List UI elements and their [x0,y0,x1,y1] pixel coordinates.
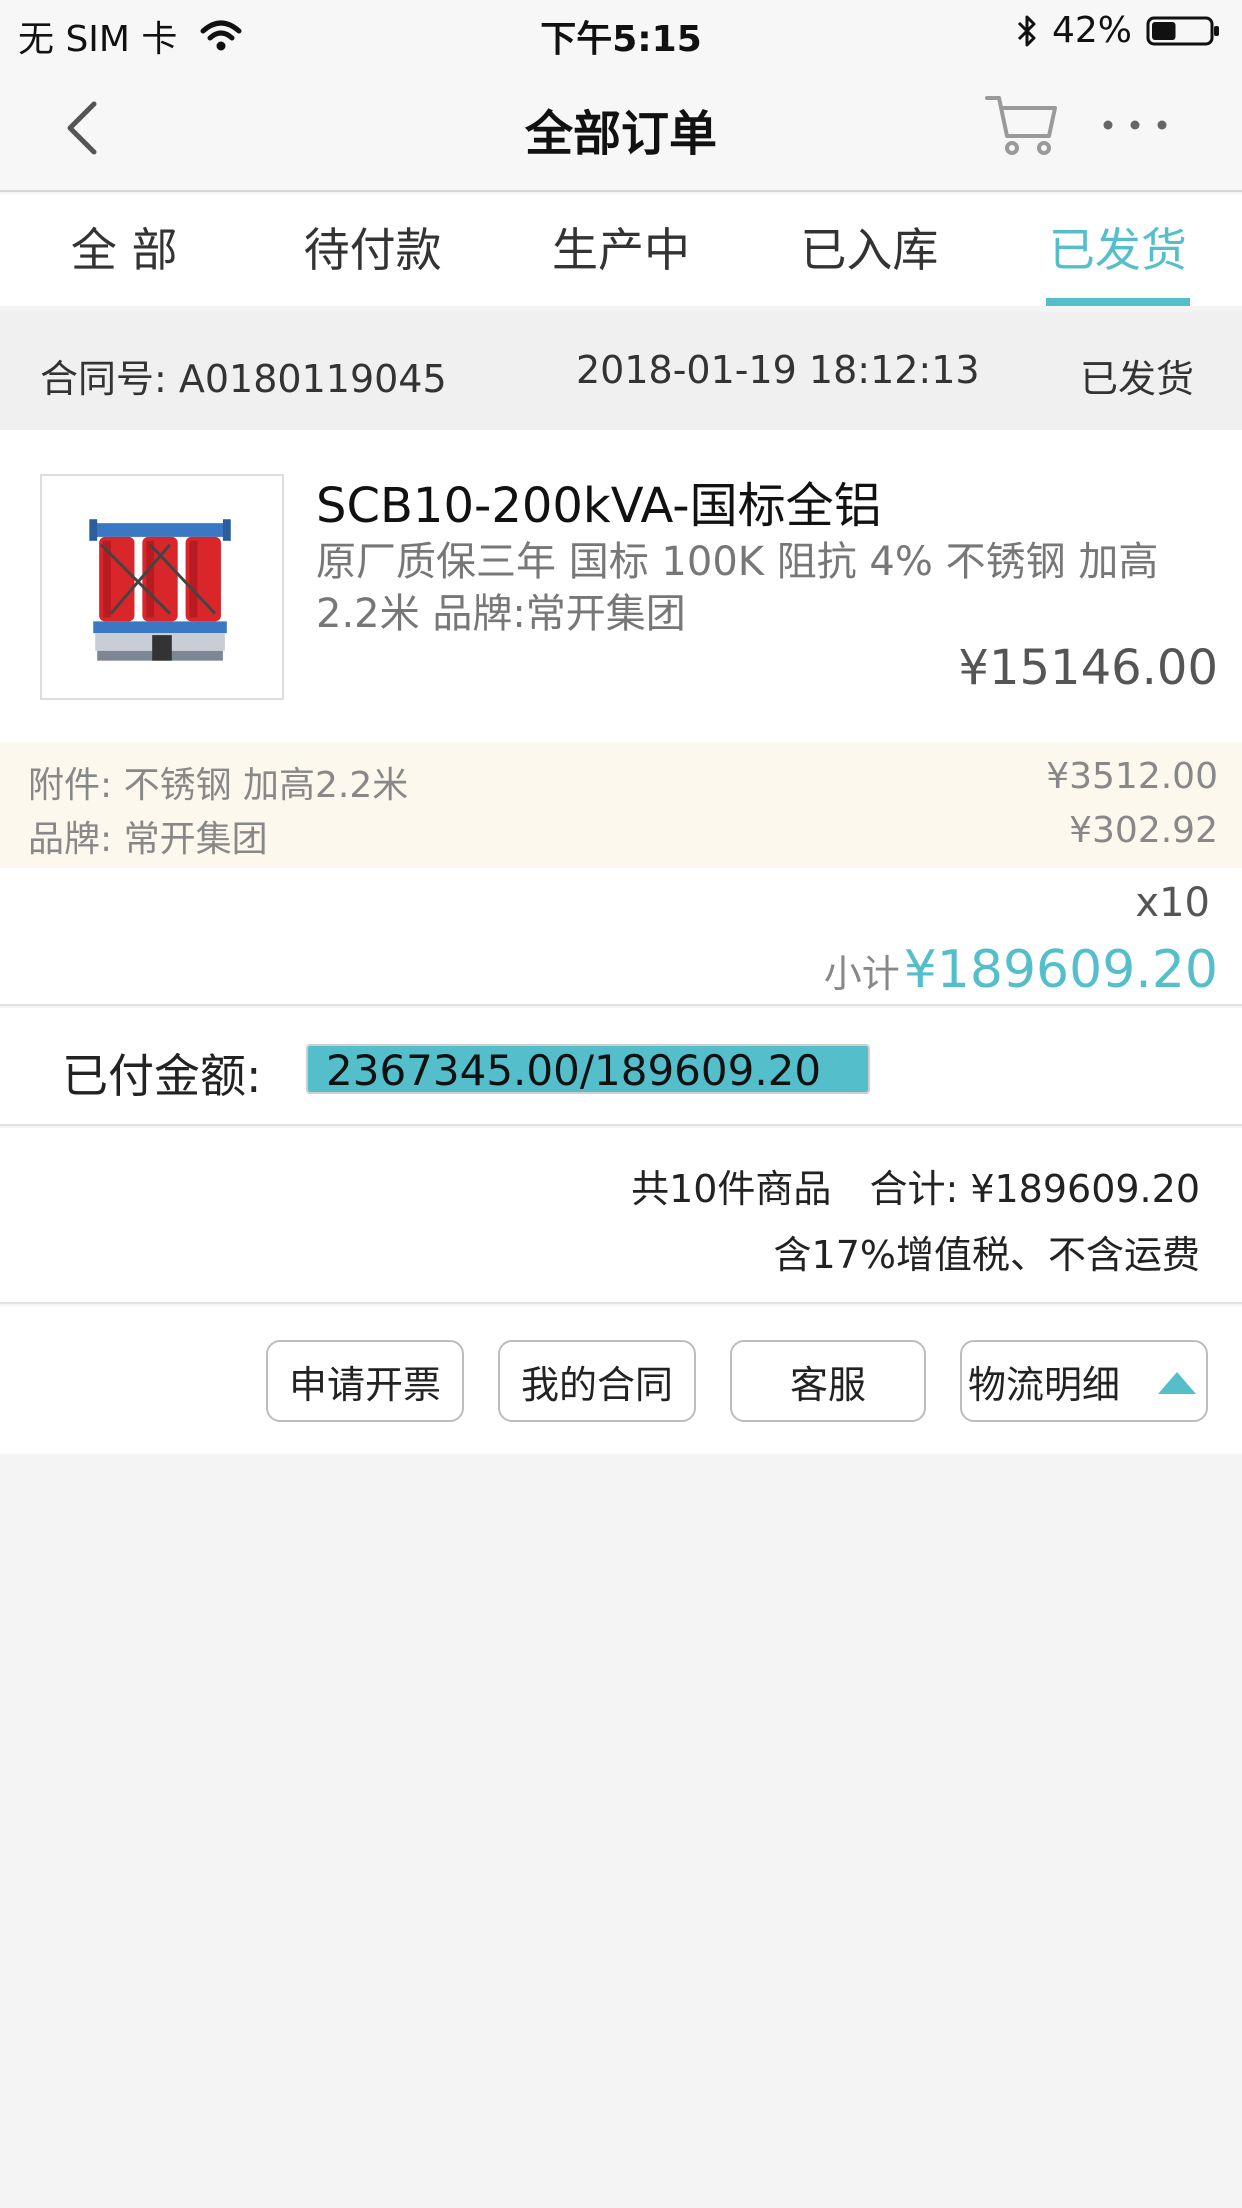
tab-all[interactable]: 全 部 [0,194,248,306]
accessories-list: 附件: 不锈钢 加高2.2米 ¥3512.00 品牌: 常开集团 ¥302.92 [0,742,1242,868]
tab-pending-payment[interactable]: 待付款 [248,194,496,306]
battery-percent: 42% [1051,10,1132,51]
logistics-detail-button[interactable]: 物流明细 [960,1340,1208,1422]
brand-label: 品牌: 常开集团 [28,819,268,860]
paid-progress-bar: 2367345.00/189609.20 [306,1044,870,1094]
order-tabs: 全 部 待付款 生产中 已入库 已发货 [0,194,1242,306]
accessory-price: ¥3512.00 [1046,756,1218,797]
cart-icon[interactable] [985,92,1059,158]
tax-note: 含17%增值税、不含运费 [773,1233,1200,1277]
product-name: SCB10-200kVA-国标全铝 [316,478,882,534]
status-right: 42% [1016,10,1222,51]
tab-shipped[interactable]: 已发货 [994,194,1242,306]
more-icon[interactable] [1100,112,1170,138]
accessory-row: 附件: 不锈钢 加高2.2米 ¥3512.00 [28,756,1218,808]
product-item[interactable]: SCB10-200kVA-国标全铝 原厂质保三年 国标 100K 阻抗 4% 不… [0,430,1242,742]
transformer-image [42,476,282,698]
customer-service-button[interactable]: 客服 [730,1340,926,1422]
tab-in-production[interactable]: 生产中 [497,194,745,306]
subtotal: 小计 ¥189609.20 [824,940,1218,1000]
apply-invoice-button[interactable]: 申请开票 [266,1340,464,1422]
caret-up-icon [1158,1372,1196,1394]
product-description: 原厂质保三年 国标 100K 阻抗 4% 不锈钢 加高2.2米 品牌:常开集团 [316,539,1159,637]
contract-number: 合同号: A0180119045 [40,357,447,401]
subtotal-label: 小计 [823,952,900,996]
bluetooth-icon [1017,15,1036,46]
battery-icon [1146,16,1219,45]
order-actions: 申请开票 我的合同 客服 物流明细 [0,1306,1242,1454]
subtotal-value: ¥189609.20 [903,940,1218,1000]
tab-in-stock[interactable]: 已入库 [745,194,993,306]
order-status: 已发货 [1079,357,1194,401]
order-datetime: 2018-01-19 18:12:13 [576,348,980,392]
order-header: 合同号: A0180119045 2018-01-19 18:12:13 已发货 [0,312,1242,430]
product-price: ¥15146.00 [958,640,1218,696]
paid-progress-text: 2367345.00/189609.20 [326,1046,822,1094]
nav-bar: 全部订单 [0,62,1242,192]
brand-price: ¥302.92 [1069,810,1218,851]
status-bar: 无 SIM 卡 下午5:15 42% [0,0,1242,62]
paid-amount-row: 已付金额: 2367345.00/189609.20 [0,1008,1242,1126]
logistics-label: 物流明细 [968,1362,1121,1407]
item-count: 共10件商品 [631,1167,832,1211]
total-amount: 合计: ¥189609.20 [869,1167,1200,1211]
accessory-label: 附件: 不锈钢 加高2.2米 [28,765,409,806]
my-contract-button[interactable]: 我的合同 [498,1340,696,1422]
paid-label: 已付金额: [62,1049,262,1103]
totals-line: 共10件商品 合计: ¥189609.20 [631,1158,1200,1213]
quantity-subtotal: x10 小计 ¥189609.20 [0,868,1242,1006]
quantity: x10 [1135,880,1210,926]
product-image [40,474,284,700]
order-totals: 共10件商品 合计: ¥189609.20 含17%增值税、不含运费 [0,1128,1242,1304]
brand-row: 品牌: 常开集团 ¥302.92 [28,810,1218,862]
